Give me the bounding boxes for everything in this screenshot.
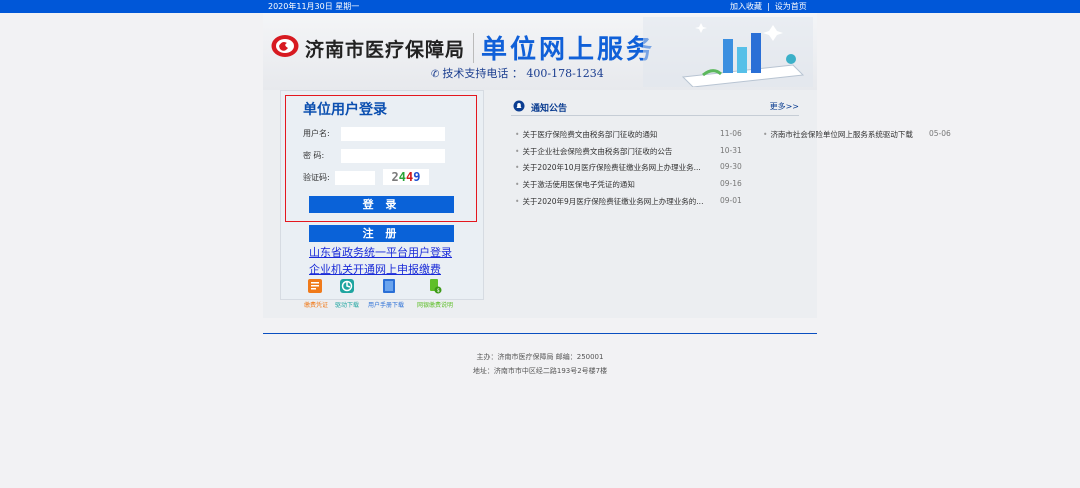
- bullet-icon: •: [763, 130, 768, 139]
- notice-more-link[interactable]: 更多>>: [770, 101, 799, 112]
- add-favorite-link[interactable]: 加入收藏: [730, 2, 762, 11]
- bullet-icon: •: [515, 180, 520, 189]
- footer-host-info: 主办：济南市医疗保障局 邮编：250001: [476, 353, 604, 361]
- shandong-platform-login-link[interactable]: 山东省政务统一平台用户登录: [309, 244, 452, 260]
- quick-link-driver[interactable]: 驱动下载: [335, 300, 359, 309]
- bullet-icon: •: [515, 130, 520, 139]
- notice-item[interactable]: • 关于企业社会保险费文由税务部门征收的公告: [515, 146, 672, 157]
- bullet-icon: •: [515, 147, 520, 156]
- manual-icon[interactable]: [381, 278, 397, 294]
- support-hotline: ✆ 技术支持电话 ： 400-178-1234: [431, 65, 604, 81]
- notice-item[interactable]: • 关于医疗保险费文由税务部门征收的通知: [515, 129, 657, 140]
- bullet-icon: •: [515, 163, 520, 172]
- receipt-icon[interactable]: [307, 278, 323, 294]
- notice-item-date: 09-01: [720, 196, 742, 205]
- quick-link-bank-pay[interactable]: 网银缴费说明: [417, 300, 453, 309]
- bureau-name: 济南市医疗保障局: [305, 39, 466, 61]
- main-container: 济南市医疗保障局 单位网上服务 ✆ 技术支持电话 ： 400-178-1234 单…: [263, 13, 817, 318]
- top-links: 加入收藏 | 设为首页: [730, 0, 807, 13]
- notice-item-title: 关于2020年10月医疗保险费征缴业务网上办理业务...: [522, 163, 701, 172]
- site-header: 济南市医疗保障局 单位网上服务 ✆ 技术支持电话 ： 400-178-1234: [263, 13, 817, 90]
- side-notice-date: 05-06: [929, 129, 951, 138]
- notice-item-date: 09-30: [720, 162, 742, 171]
- current-date: 2020年11月30日 星期一: [268, 2, 360, 11]
- top-bar: 2020年11月30日 星期一 加入收藏 | 设为首页: [0, 0, 1080, 13]
- set-homepage-link[interactable]: 设为首页: [775, 2, 807, 11]
- notice-item-title: 关于企业社会保险费文由税务部门征收的公告: [522, 147, 673, 156]
- side-notice-item[interactable]: • 济南市社会保险单位网上服务系统驱动下载: [763, 129, 913, 140]
- notice-item-title: 关于2020年9月医疗保险费征缴业务网上办理业务的...: [522, 197, 704, 206]
- driver-download-icon[interactable]: [339, 278, 355, 294]
- header-divider: [473, 33, 474, 63]
- notice-item[interactable]: • 关于2020年10月医疗保险费征缴业务网上办理业务...: [515, 162, 701, 173]
- notice-item-date: 10-31: [720, 146, 742, 155]
- register-button[interactable]: 注 册: [309, 225, 454, 242]
- login-highlight-frame: [285, 95, 477, 222]
- medical-insurance-logo-icon: [271, 35, 299, 57]
- notice-item[interactable]: • 关于激活使用医保电子凭证的通知: [515, 179, 635, 190]
- notice-item-date: 09-16: [720, 179, 742, 188]
- hotline-text: 技术支持电话 ： 400-178-1234: [442, 67, 604, 80]
- bullet-icon: •: [515, 197, 520, 206]
- footer-divider: [263, 333, 817, 334]
- enterprise-online-payment-link[interactable]: 企业机关开通网上申报缴费: [309, 261, 441, 277]
- notice-bell-icon: [513, 100, 525, 112]
- notice-item-title: 关于激活使用医保电子凭证的通知: [522, 180, 635, 189]
- notice-title: 通知公告: [531, 104, 568, 114]
- svg-text:$: $: [437, 288, 440, 294]
- footer-address: 地址：济南市市中区经二路193号2号楼7楼: [472, 367, 608, 375]
- bank-pay-icon[interactable]: $: [427, 278, 443, 294]
- top-link-separator: |: [767, 2, 770, 11]
- phone-icon: ✆: [431, 69, 440, 80]
- notice-header: 通知公告 更多>>: [511, 99, 799, 116]
- quick-link-receipt[interactable]: 缴费凭证: [304, 300, 328, 309]
- service-title: 单位网上服务: [481, 35, 656, 65]
- side-notice-title: 济南市社会保险单位网上服务系统驱动下载: [770, 130, 913, 139]
- header-decoration-illustration-icon: [643, 17, 813, 87]
- notice-item-title: 关于医疗保险费文由税务部门征收的通知: [522, 130, 658, 139]
- notice-item[interactable]: • 关于2020年9月医疗保险费征缴业务网上办理业务的...: [515, 196, 703, 207]
- quick-link-manual[interactable]: 用户手册下载: [368, 300, 404, 309]
- notice-item-date: 11-06: [720, 129, 742, 138]
